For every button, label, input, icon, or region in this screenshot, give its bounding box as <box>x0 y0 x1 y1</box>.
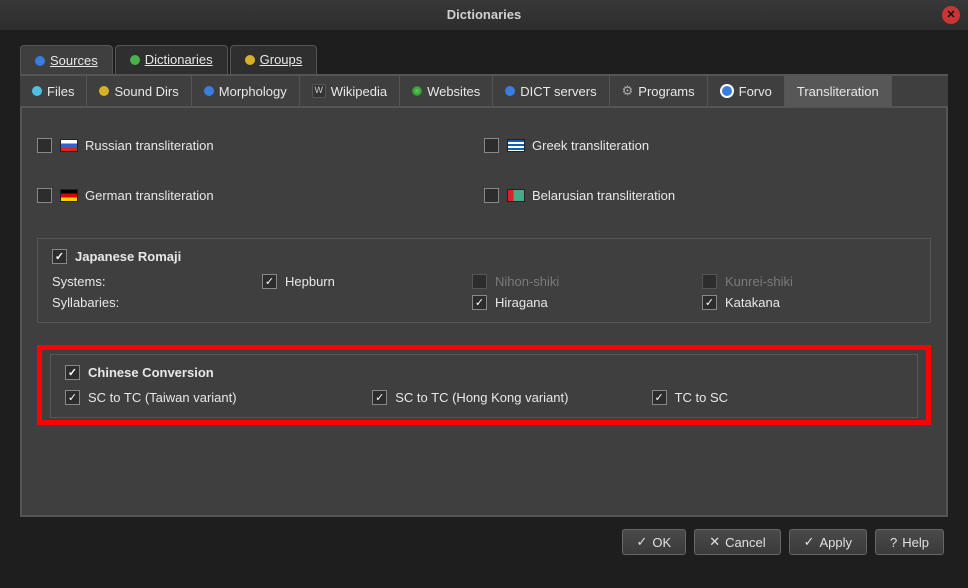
apply-button[interactable]: ✓Apply <box>789 529 867 555</box>
groups-icon <box>245 55 255 65</box>
dialog-buttons: ✓OK ✕Cancel ✓Apply ?Help <box>20 517 948 555</box>
sound-icon <box>99 86 109 96</box>
help-button[interactable]: ?Help <box>875 529 944 555</box>
japanese-section: Japanese Romaji Systems: Hepburn Nihon-s… <box>37 238 931 323</box>
belarusian-checkbox[interactable] <box>484 188 499 203</box>
hiragana-checkbox[interactable] <box>472 295 487 310</box>
transliteration-panel: Russian transliteration Greek transliter… <box>20 108 948 517</box>
greek-label: Greek transliteration <box>532 138 649 153</box>
chinese-section: Chinese Conversion SC to TC (Taiwan vari… <box>50 354 918 418</box>
source-tabs: Files Sound Dirs Morphology WWikipedia W… <box>20 74 948 108</box>
sources-icon <box>35 56 45 66</box>
wikipedia-icon: W <box>312 84 326 98</box>
tab-transliteration[interactable]: Transliteration <box>785 76 892 106</box>
chinese-checkbox[interactable] <box>65 365 80 380</box>
sc-tc-hk-checkbox[interactable] <box>372 390 387 405</box>
globe-icon <box>412 86 422 96</box>
dict-icon <box>505 86 515 96</box>
dictionaries-icon <box>130 55 140 65</box>
tab-sources[interactable]: Sources <box>20 45 113 76</box>
x-icon: ✕ <box>709 534 720 550</box>
tab-wikipedia[interactable]: WWikipedia <box>300 76 400 106</box>
gear-icon: ⚙ <box>622 83 634 99</box>
sc-tc-tw-checkbox[interactable] <box>65 390 80 405</box>
tab-forvo[interactable]: Forvo <box>708 76 785 106</box>
close-icon[interactable]: ✕ <box>942 6 960 24</box>
flag-germany-icon <box>60 189 78 202</box>
tab-files[interactable]: Files <box>20 76 87 106</box>
tab-dictionaries[interactable]: Dictionaries <box>115 45 228 76</box>
tc-sc-checkbox[interactable] <box>652 390 667 405</box>
files-icon <box>32 86 42 96</box>
check-icon: ✓ <box>637 534 648 550</box>
hepburn-checkbox[interactable] <box>262 274 277 289</box>
tab-morphology[interactable]: Morphology <box>192 76 300 106</box>
chinese-highlight: Chinese Conversion SC to TC (Taiwan vari… <box>37 345 931 425</box>
tab-programs[interactable]: ⚙Programs <box>610 76 708 106</box>
titlebar: Dictionaries ✕ <box>0 0 968 30</box>
chinese-title: Chinese Conversion <box>88 365 214 380</box>
japanese-checkbox[interactable] <box>52 249 67 264</box>
tab-sound-dirs[interactable]: Sound Dirs <box>87 76 191 106</box>
top-tabs: Sources Dictionaries Groups <box>20 45 948 76</box>
kunrei-checkbox <box>702 274 717 289</box>
syllabaries-label: Syllabaries: <box>52 295 262 310</box>
russian-label: Russian transliteration <box>85 138 214 153</box>
flag-greece-icon <box>507 139 525 152</box>
tab-dict-servers[interactable]: DICT servers <box>493 76 609 106</box>
tab-websites[interactable]: Websites <box>400 76 493 106</box>
greek-checkbox[interactable] <box>484 138 499 153</box>
check-icon: ✓ <box>804 534 815 550</box>
german-checkbox[interactable] <box>37 188 52 203</box>
japanese-title: Japanese Romaji <box>75 249 181 264</box>
morphology-icon <box>204 86 214 96</box>
forvo-icon <box>720 84 734 98</box>
ok-button[interactable]: ✓OK <box>622 529 687 555</box>
window-title: Dictionaries <box>447 7 521 22</box>
russian-checkbox[interactable] <box>37 138 52 153</box>
flag-russia-icon <box>60 139 78 152</box>
nihon-checkbox <box>472 274 487 289</box>
flag-belarus-icon <box>507 189 525 202</box>
tab-groups[interactable]: Groups <box>230 45 318 76</box>
german-label: German transliteration <box>85 188 214 203</box>
belarusian-label: Belarusian transliteration <box>532 188 675 203</box>
question-icon: ? <box>890 535 897 550</box>
systems-label: Systems: <box>52 274 262 289</box>
katakana-checkbox[interactable] <box>702 295 717 310</box>
cancel-button[interactable]: ✕Cancel <box>694 529 780 555</box>
